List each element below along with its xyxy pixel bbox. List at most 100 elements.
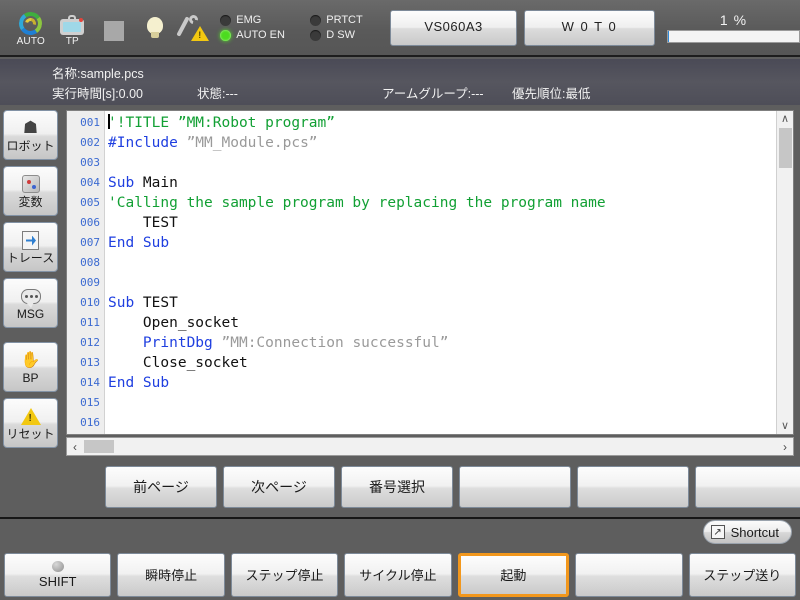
sidebar-item-robot[interactable]: ☗ ロボット — [3, 110, 58, 160]
code-line[interactable] — [105, 393, 776, 413]
code-token: Open_socket — [108, 315, 239, 331]
bottom-button-1[interactable]: SHIFT — [4, 553, 111, 597]
code-line[interactable]: PrintDbg ”MM:Connection successful” — [105, 333, 776, 353]
editor-vertical-scrollbar[interactable]: ∧ ∨ — [776, 111, 793, 434]
led-label-auto-en: AUTO EN — [236, 29, 285, 41]
editor-horizontal-scrollbar[interactable]: ‹ › — [66, 437, 794, 456]
code-line[interactable] — [105, 253, 776, 273]
hand-breakpoint-icon: ✋ — [21, 349, 41, 371]
function-button-row: 前ページ 次ページ番号選択 — [105, 466, 800, 508]
left-sidebar: ☗ ロボット 変数 トレース MSG ✋ BP リセット — [3, 110, 61, 454]
code-line[interactable]: Close_socket — [105, 353, 776, 373]
sidebar-item-variable[interactable]: 変数 — [3, 166, 58, 216]
code-token: Close_socket — [108, 355, 248, 371]
code-line[interactable]: '!TITLE ”MM:Robot program” — [105, 113, 776, 133]
run-state: 状態:--- — [197, 83, 382, 102]
function-button-2[interactable]: 次ページ — [223, 466, 335, 508]
led-dot-emg — [220, 15, 231, 26]
sidebar-item-bp[interactable]: ✋ BP — [3, 342, 58, 392]
program-status-line: 実行時間[s]:0.00 状態:--- アームグループ:--- 優先順位:最低 — [52, 83, 590, 102]
code-token: ”MM_Module.pcs” — [187, 135, 318, 151]
code-line[interactable] — [105, 273, 776, 293]
bottom-button-2[interactable]: 瞬時停止 — [117, 553, 224, 597]
scroll-right-icon[interactable]: › — [777, 440, 793, 454]
horizontal-scroll-thumb[interactable] — [84, 440, 114, 453]
teach-pendant-indicator[interactable]: TP — [52, 2, 94, 54]
led-auto-en: AUTO EN — [220, 29, 292, 41]
function-button-5[interactable] — [577, 466, 689, 508]
led-dot-d-sw — [310, 30, 321, 41]
speed-percent-label: 1 % — [720, 12, 747, 28]
stop-square-button[interactable] — [93, 2, 135, 54]
vertical-scroll-thumb[interactable] — [779, 128, 792, 168]
auto-mode-indicator[interactable]: AUTO — [10, 2, 52, 54]
led-d-sw: D SW — [310, 29, 382, 41]
code-line[interactable]: Open_socket — [105, 313, 776, 333]
scroll-up-icon[interactable]: ∧ — [781, 111, 789, 127]
bottom-button-7[interactable]: ステップ送り — [689, 553, 796, 597]
bottom-button-3[interactable]: ステップ停止 — [231, 553, 338, 597]
line-number: 007 — [67, 233, 104, 253]
bottom-button-label: ステップ送り — [703, 565, 781, 584]
line-number: 002 — [67, 133, 104, 153]
speed-progress[interactable]: 1 % — [667, 12, 800, 43]
code-token: Sub — [108, 175, 143, 191]
line-number: 004 — [67, 173, 104, 193]
code-line[interactable]: Sub Sample_1 — [105, 433, 776, 434]
code-token: ”MM:Connection successful” — [222, 335, 449, 351]
priority: 優先順位:最低 — [512, 83, 590, 102]
code-token: Main — [143, 175, 178, 191]
wrench-warning-icon — [179, 14, 209, 41]
line-number: 006 — [67, 213, 104, 233]
code-line[interactable]: Sub TEST — [105, 293, 776, 313]
sidebar-item-reset[interactable]: リセット — [3, 398, 58, 448]
shortcut-button[interactable]: ↗ Shortcut — [703, 520, 792, 544]
auto-mode-label: AUTO — [17, 36, 45, 47]
code-line[interactable]: 'Calling the sample program by replacing… — [105, 193, 776, 213]
led-prtct: PRTCT — [310, 14, 382, 26]
code-line[interactable]: #Include ”MM_Module.pcs” — [105, 133, 776, 153]
function-button-1[interactable]: 前ページ — [105, 466, 217, 508]
code-token: Sub — [108, 295, 143, 311]
line-number: 016 — [67, 413, 104, 433]
work-tool-button[interactable]: W 0 T 0 — [524, 10, 655, 46]
scroll-left-icon[interactable]: ‹ — [67, 440, 83, 454]
sidebar-item-msg[interactable]: MSG — [3, 278, 58, 328]
code-editor[interactable]: 0010020030040050060070080090100110120130… — [66, 110, 794, 435]
code-line[interactable] — [105, 413, 776, 433]
program-name: 名称:sample.pcs — [52, 63, 144, 82]
function-button-3[interactable]: 番号選択 — [341, 466, 453, 508]
sidebar-item-trace[interactable]: トレース — [3, 222, 58, 272]
code-line[interactable]: End Sub — [105, 233, 776, 253]
maintenance-button[interactable] — [176, 2, 212, 54]
sidebar-label-robot: ロボット — [6, 140, 54, 153]
led-label-prtct: PRTCT — [326, 14, 362, 26]
function-button-4[interactable] — [459, 466, 571, 508]
bottom-button-4[interactable]: サイクル停止 — [344, 553, 451, 597]
code-line[interactable]: TEST — [105, 213, 776, 233]
teach-pendant-icon — [60, 8, 84, 35]
trace-icon — [22, 229, 39, 251]
diagonal-arrow-icon: ↗ — [711, 525, 725, 539]
code-line[interactable] — [105, 153, 776, 173]
code-token: ”MM:Robot program” — [178, 115, 335, 131]
line-number: 009 — [67, 273, 104, 293]
code-token: '!TITLE — [108, 115, 178, 131]
robot-model-button[interactable]: VS060A3 — [390, 10, 517, 46]
function-button-label: 前ページ — [133, 477, 189, 497]
bottom-button-6[interactable] — [575, 553, 682, 597]
robot-teach-pendant-screen: AUTO TP EMG — [0, 0, 800, 600]
bottom-button-5[interactable]: 起動 — [458, 553, 569, 597]
code-text-area[interactable]: '!TITLE ”MM:Robot program”#Include ”MM_M… — [105, 111, 776, 434]
speed-progress-bar[interactable] — [667, 30, 800, 43]
line-number: 008 — [67, 253, 104, 273]
lamp-button[interactable] — [135, 2, 177, 54]
code-line[interactable]: End Sub — [105, 373, 776, 393]
scroll-down-icon[interactable]: ∨ — [781, 418, 789, 434]
code-line[interactable]: Sub Main — [105, 173, 776, 193]
led-dot-auto-en — [220, 30, 231, 41]
message-icon — [21, 285, 41, 307]
shortcut-label: Shortcut — [731, 525, 779, 540]
function-button-6[interactable] — [695, 466, 800, 508]
code-token: #Include — [108, 135, 187, 151]
